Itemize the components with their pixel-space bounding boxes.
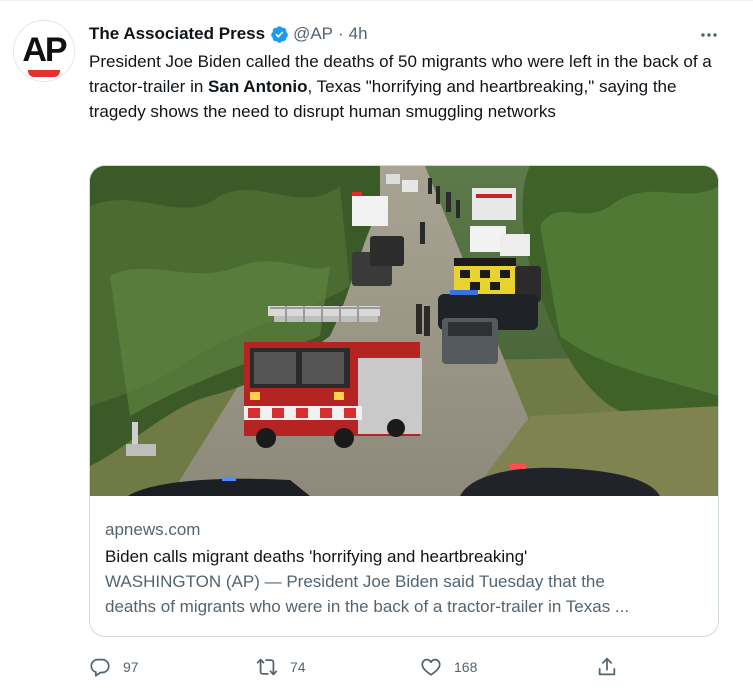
ap-logo-text: AP	[22, 31, 67, 69]
author-handle[interactable]: @AP	[293, 24, 333, 44]
retweet-count: 74	[290, 659, 306, 675]
reply-icon	[90, 658, 110, 677]
tweet-time[interactable]: 4h	[349, 24, 368, 44]
reply-count: 97	[123, 659, 139, 675]
reply-button[interactable]: 97	[89, 652, 139, 682]
tweet-actions: 97 74 168	[89, 652, 719, 682]
card-title: Biden calls migrant deaths 'horrifying a…	[105, 547, 528, 566]
author-name[interactable]: The Associated Press	[89, 24, 265, 44]
tweet-header: The Associated Press @AP · 4h	[89, 22, 368, 46]
card-description-line-2: deaths of migrants who were in the back …	[105, 597, 630, 616]
ap-logo-bar	[28, 70, 60, 77]
like-count: 168	[454, 659, 478, 675]
card-meta: apnews.com Biden calls migrant deaths 'h…	[105, 518, 703, 619]
retweet-icon	[256, 658, 278, 676]
card-domain: apnews.com	[105, 520, 201, 539]
tweet-text-location: San Antonio	[208, 77, 308, 96]
like-button[interactable]: 168	[420, 652, 477, 682]
separator-dot: ·	[338, 24, 344, 43]
tweet-text: President Joe Biden called the deaths of…	[89, 49, 719, 124]
share-icon	[598, 657, 616, 676]
like-icon	[421, 658, 441, 676]
author-avatar[interactable]: AP	[13, 20, 75, 82]
retweet-button[interactable]: 74	[256, 652, 306, 682]
tweet[interactable]: AP The Associated Press @AP · 4h Preside…	[0, 0, 753, 693]
share-button[interactable]	[596, 652, 630, 682]
link-card[interactable]: apnews.com Biden calls migrant deaths 'h…	[89, 165, 719, 637]
more-icon[interactable]	[699, 25, 719, 45]
card-description-line-1: WASHINGTON (AP) — President Joe Biden sa…	[105, 572, 605, 591]
verified-badge-icon	[271, 25, 288, 43]
card-photo	[90, 166, 718, 496]
